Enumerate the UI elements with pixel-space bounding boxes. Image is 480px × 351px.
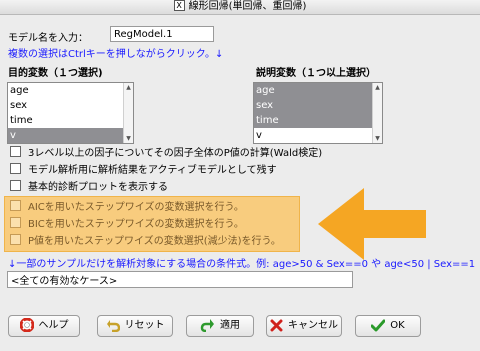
active-model-checkbox[interactable]	[10, 163, 21, 174]
help-button-label: ヘルプ	[38, 320, 69, 331]
cancel-button[interactable]: キャンセル	[266, 315, 342, 337]
active-model-label: モデル解析用に解析結果をアクティブモデルとして残す	[28, 165, 277, 176]
multi-select-hint: 複数の選択はCtrlキーを押しながらクリック。↓	[8, 49, 224, 60]
active-model-option[interactable]: モデル解析用に解析結果をアクティブモデルとして残す	[10, 163, 277, 179]
diagnostic-plot-checkbox[interactable]	[10, 180, 21, 191]
green-check-icon	[371, 319, 386, 332]
response-item-sex[interactable]: sex	[8, 98, 133, 113]
response-variable-label: 目的変数（１つ選択)	[8, 68, 103, 79]
explanatory-item-v[interactable]: v	[254, 128, 382, 143]
bic-stepwise-label: BICを用いたステップワイズの変数選択を行う。	[28, 219, 244, 230]
model-name-label: モデル名を入力：	[8, 33, 88, 44]
apply-button-label: 適用	[220, 320, 240, 331]
subset-hint-label: ↓一部のサンプルだけを解析対象にする場合の条件式。例: age>50 & Sex…	[8, 259, 476, 270]
response-list-scrollbar[interactable]: ▲ ▼	[123, 83, 133, 143]
wald-test-label: 3レベル以上の因子についてその因子全体のP値の計算(Wald検定)	[28, 148, 323, 159]
undo-arrow-icon	[106, 320, 120, 332]
explanatory-variables-label: 説明変数（１つ以上選択）	[256, 68, 376, 79]
aic-stepwise-label: AICを用いたステップワイズの変数選択を行う。	[28, 202, 244, 213]
scroll-up-icon[interactable]: ▲	[373, 83, 382, 92]
reset-button[interactable]: リセット	[97, 315, 173, 337]
lifebuoy-icon	[19, 318, 34, 332]
explanatory-item-time[interactable]: time	[254, 113, 382, 128]
diagnostic-plot-label: 基本的診断プロットを表示する	[28, 182, 168, 193]
subset-expression-input[interactable]	[7, 271, 353, 288]
ok-button[interactable]: OK	[355, 315, 421, 337]
dialog-window: X線形回帰(単回帰、重回帰) モデル名を入力： 複数の選択はCtrlキーを押しな…	[0, 0, 480, 351]
reset-button-label: リセット	[124, 320, 165, 331]
aic-stepwise-checkbox[interactable]	[10, 200, 21, 211]
help-button[interactable]: ヘルプ	[8, 315, 80, 337]
title-bar: X 線形回帰(単回帰、重回帰)	[0, 0, 480, 15]
bic-stepwise-checkbox[interactable]	[10, 217, 21, 228]
title-wrap: X 線形回帰(単回帰、重回帰)	[0, 0, 480, 14]
pvalue-stepwise-label: P値を用いたステップワイズの変数選択(減少法)を行う。	[28, 236, 281, 247]
diagnostic-plot-option[interactable]: 基本的診断プロットを表示する	[10, 180, 168, 196]
explanatory-variables-list[interactable]: age sex time v ▲ ▼	[253, 82, 383, 144]
x-window-icon: X	[173, 0, 185, 11]
response-item-time[interactable]: time	[8, 113, 133, 128]
aic-stepwise-option[interactable]: AICを用いたステップワイズの変数選択を行う。	[10, 200, 244, 216]
pvalue-stepwise-option[interactable]: P値を用いたステップワイズの変数選択(減少法)を行う。	[10, 234, 281, 250]
left-arrow-icon	[318, 188, 426, 260]
bic-stepwise-option[interactable]: BICを用いたステップワイズの変数選択を行う。	[10, 217, 244, 233]
pvalue-stepwise-checkbox[interactable]	[10, 234, 21, 245]
scroll-up-icon[interactable]: ▲	[124, 83, 133, 92]
explanatory-item-sex[interactable]: sex	[254, 98, 382, 113]
cancel-button-label: キャンセル	[288, 320, 338, 331]
red-x-icon	[270, 319, 283, 332]
wald-test-option[interactable]: 3レベル以上の因子についてその因子全体のP値の計算(Wald検定)	[10, 146, 322, 162]
window-title: 線形回帰(単回帰、重回帰)	[188, 1, 307, 12]
response-item-v[interactable]: v	[8, 128, 133, 143]
wald-test-checkbox[interactable]	[10, 146, 21, 157]
response-variable-list[interactable]: age sex time v ▲ ▼	[7, 82, 134, 144]
scroll-down-icon[interactable]: ▼	[373, 134, 382, 143]
apply-button[interactable]: 適用	[186, 315, 254, 337]
redo-arrow-icon	[200, 319, 214, 332]
model-name-input[interactable]	[110, 26, 214, 42]
scroll-down-icon[interactable]: ▼	[124, 134, 133, 143]
response-item-age[interactable]: age	[8, 83, 133, 98]
explanatory-item-age[interactable]: age	[254, 83, 382, 98]
explanatory-list-scrollbar[interactable]: ▲ ▼	[372, 83, 382, 143]
ok-button-label: OK	[390, 320, 405, 331]
